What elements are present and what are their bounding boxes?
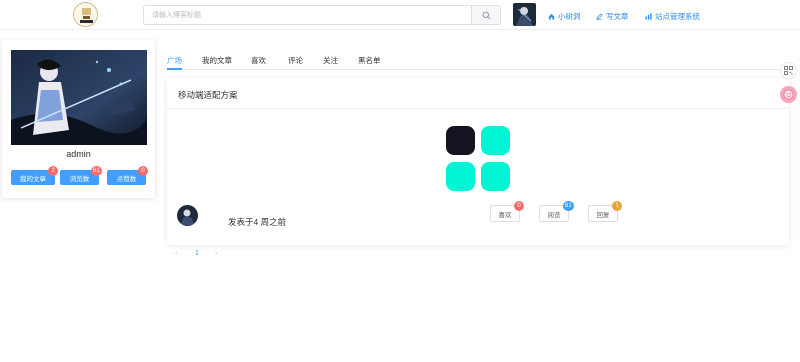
profile-card: admin 我的文章 2 浏览数 61 点赞数 0 [2,40,155,198]
book-logo-icon[interactable] [73,2,98,27]
avatar-float-button[interactable] [780,86,797,103]
likes-label: 点赞数 [116,175,137,183]
my-articles-label: 我的文章 [20,175,46,183]
search-button[interactable] [471,6,500,24]
face-icon [783,89,794,100]
post-thumbnail-image[interactable] [446,126,510,191]
profile-cover-image [11,50,147,145]
search-input[interactable] [144,6,474,24]
thumbnail-square [446,126,475,155]
pagination-prev-button[interactable]: ‹ [175,250,177,257]
nav-write-link[interactable]: 写文章 [596,10,629,22]
post-divider [167,108,789,109]
search-icon [482,11,490,19]
views-count-badge: 61 [91,166,102,176]
reply-label: 回复 [596,211,610,219]
nav-admin-label: 站点管理系统 [655,11,700,21]
qr-code-icon [784,66,793,75]
search-box [143,5,501,25]
qr-code-button[interactable] [780,62,797,79]
tab-square[interactable]: 广场 [167,55,182,66]
thumbnail-square [446,162,475,191]
top-header: 小树洞 写文章 站点管理系统 [0,0,800,30]
home-icon [548,13,555,20]
author-avatar[interactable] [177,205,198,226]
tab-following[interactable]: 关注 [323,55,338,66]
pagination-next-button[interactable]: › [215,250,217,257]
nav-treehole-label: 小树洞 [558,11,581,21]
nav-treehole-link[interactable]: 小树洞 [548,10,581,22]
thumbnail-square [481,126,510,155]
like-label: 喜欢 [498,211,512,219]
post-title[interactable]: 移动端适配方案 [178,89,238,101]
tab-likes[interactable]: 喜欢 [251,55,266,66]
bar-chart-icon [645,12,652,20]
views-label: 浏览数 [69,175,90,183]
my-articles-count-badge: 2 [48,166,58,176]
nav-admin-link[interactable]: 站点管理系统 [645,10,700,22]
user-avatar[interactable] [513,3,536,26]
reply-count-badge: 1 [612,201,622,211]
content-tabs: 广场 我的文章 喜欢 评论 关注 黑名单 [167,52,790,70]
nav-write-label: 写文章 [606,11,629,21]
edit-icon [596,12,603,20]
active-tab-indicator [167,68,182,70]
profile-username: admin [66,149,91,159]
tab-my-articles[interactable]: 我的文章 [202,55,232,66]
pagination-page-1[interactable]: 1 [195,250,199,257]
tab-blacklist[interactable]: 黑名单 [358,55,381,66]
views-action-label: 阅览 [547,211,561,219]
post-time: 发表于4 周之前 [228,217,287,227]
views-action-count-badge: 61 [563,201,574,211]
like-count-badge: 0 [514,201,524,211]
post-card[interactable]: 移动端适配方案 发表于4 周之前 喜欢 0 阅览 61 回复 1 [167,78,789,245]
tab-comments[interactable]: 评论 [288,55,303,66]
thumbnail-square [481,162,510,191]
likes-count-badge: 0 [138,166,148,176]
